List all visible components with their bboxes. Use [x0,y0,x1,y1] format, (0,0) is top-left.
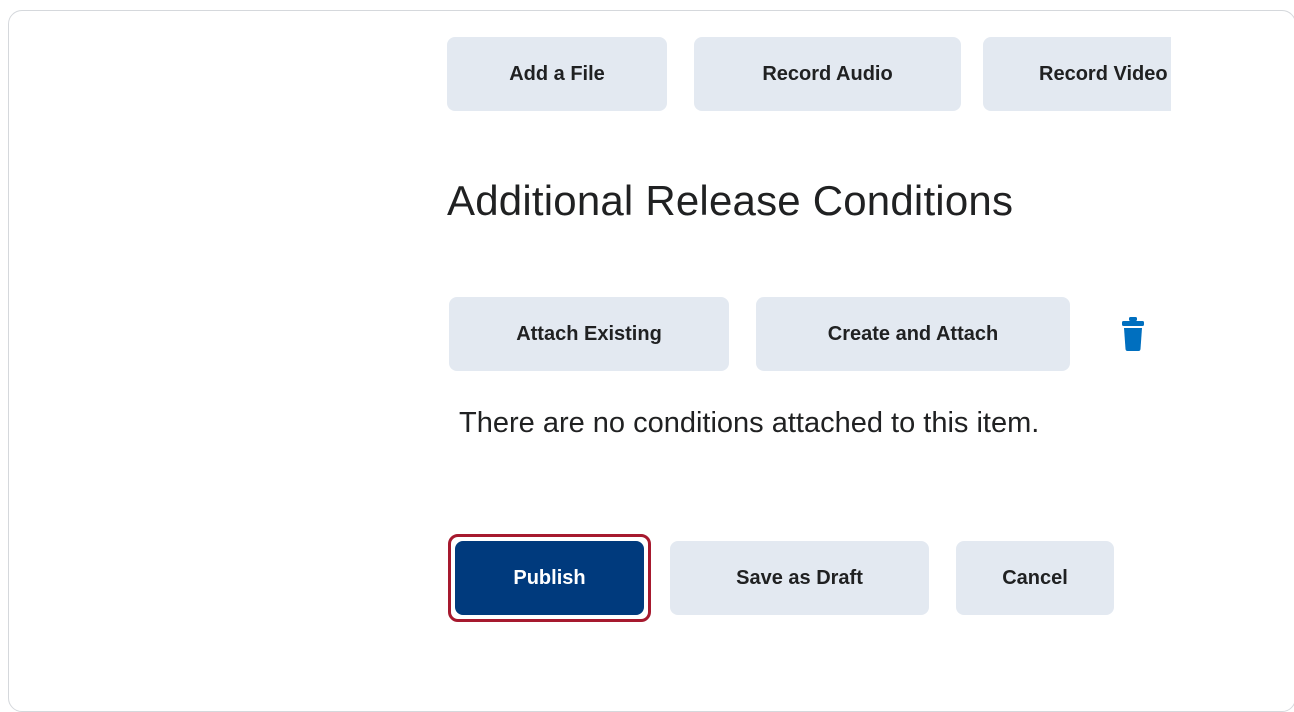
trash-icon-graphic [1122,317,1144,351]
record-video-button[interactable]: Record Video [983,37,1171,111]
content-panel: Add a File Record Audio Record Video Add… [8,10,1294,712]
save-as-draft-button[interactable]: Save as Draft [670,541,929,615]
record-audio-button[interactable]: Record Audio [694,37,961,111]
cancel-button[interactable]: Cancel [956,541,1114,615]
publish-button[interactable]: Publish [455,541,644,615]
release-conditions-heading: Additional Release Conditions [447,177,1014,224]
form-area: Add a File Record Audio Record Video Add… [9,11,1171,711]
create-and-attach-button[interactable]: Create and Attach [756,297,1070,371]
trash-icon[interactable] [1122,317,1144,351]
add-file-button[interactable]: Add a File [447,37,667,111]
attach-existing-button[interactable]: Attach Existing [449,297,729,371]
no-conditions-message: There are no conditions attached to this… [459,407,1040,439]
